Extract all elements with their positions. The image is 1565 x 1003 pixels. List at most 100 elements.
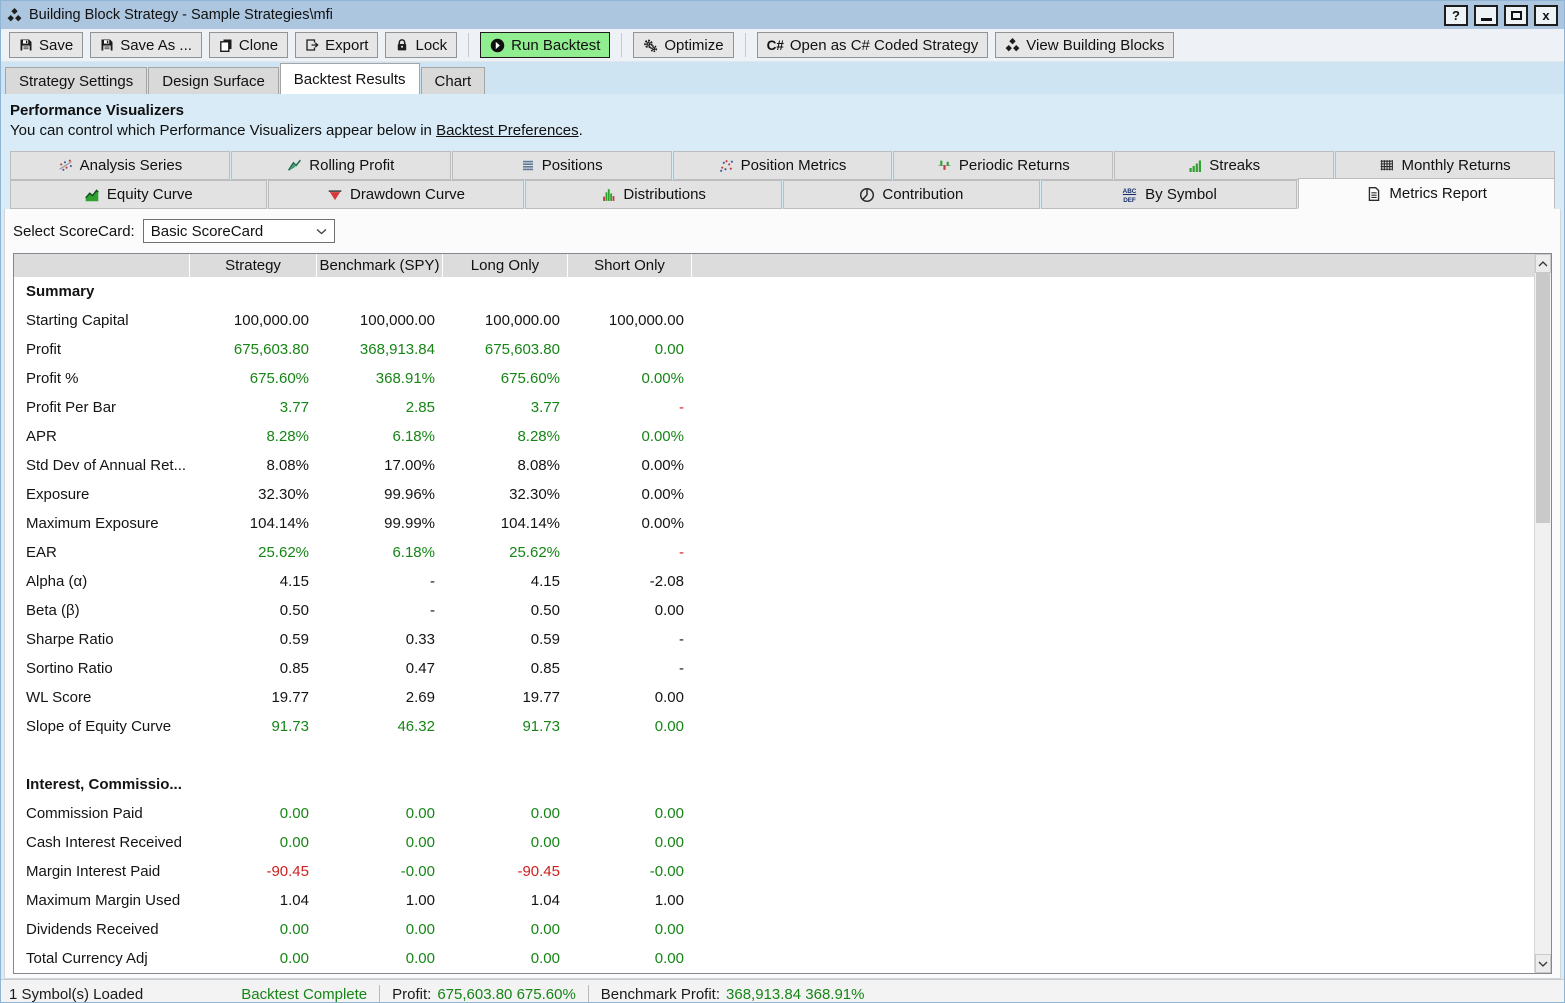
lock-button[interactable]: Lock xyxy=(385,32,457,58)
metric-value: 0.59 xyxy=(443,631,568,648)
metric-label: Maximum Exposure xyxy=(14,515,190,532)
metric-value: 0.00 xyxy=(568,805,692,822)
table-row: Maximum Exposure104.14%99.99%104.14%0.00… xyxy=(14,509,1551,538)
metric-value: 6.18% xyxy=(317,428,443,445)
table-row: Slope of Equity Curve91.7346.3291.730.00 xyxy=(14,712,1551,741)
metric-value: 0.00 xyxy=(443,950,568,967)
visualizer-tab-metrics-report[interactable]: Metrics Report xyxy=(1298,178,1555,209)
table-row: Sortino Ratio0.850.470.85- xyxy=(14,654,1551,683)
tab-chart[interactable]: Chart xyxy=(421,67,486,94)
scroll-down-button[interactable] xyxy=(1535,954,1551,973)
positions-icon xyxy=(521,159,535,173)
column-header-strategy[interactable]: Strategy xyxy=(190,254,317,277)
profit-label: Profit: xyxy=(392,986,431,1003)
performance-visualizers-subtext: You can control which Performance Visual… xyxy=(10,122,1555,139)
table-row: EAR25.62%6.18%25.62%- xyxy=(14,538,1551,567)
metrics-report-content: Select ScoreCard: Basic ScoreCard Strate… xyxy=(4,209,1561,979)
visualizer-tab-positions[interactable]: Positions xyxy=(452,151,672,180)
optimize-button[interactable]: Optimize xyxy=(633,32,733,58)
tab-design-surface[interactable]: Design Surface xyxy=(148,67,279,94)
metric-value: 3.77 xyxy=(190,399,317,416)
metric-value: 0.00% xyxy=(568,515,692,532)
backtest-status-text: Backtest Complete xyxy=(241,986,367,1003)
metric-value: 0.00 xyxy=(190,921,317,938)
metric-label: Alpha (α) xyxy=(14,573,190,590)
metric-value: - xyxy=(568,399,692,416)
metric-value: 0.33 xyxy=(317,631,443,648)
table-row: Commission Paid0.000.000.000.00 xyxy=(14,799,1551,828)
visualizer-tab-monthly-returns[interactable]: Monthly Returns xyxy=(1335,151,1555,180)
visualizer-tab-contribution[interactable]: Contribution xyxy=(783,180,1040,209)
table-row: Profit %675.60%368.91%675.60%0.00% xyxy=(14,364,1551,393)
table-row: APR8.28%6.18%8.28%0.00% xyxy=(14,422,1551,451)
column-header-metric[interactable] xyxy=(14,254,190,277)
metric-value: 100,000.00 xyxy=(190,312,317,329)
metric-value: 99.99% xyxy=(317,515,443,532)
by-symbol-icon: ABCDEF xyxy=(1121,186,1138,203)
metric-value: 0.00 xyxy=(190,805,317,822)
visualizer-tab-position-metrics[interactable]: Position Metrics xyxy=(673,151,893,180)
benchmark-profit-status: Benchmark Profit: 368,913.84 368.91% xyxy=(601,986,865,1003)
visualizer-tab-rolling-profit[interactable]: Rolling Profit xyxy=(231,151,451,180)
distributions-icon xyxy=(601,187,616,202)
backtest-preferences-link[interactable]: Backtest Preferences xyxy=(436,122,579,139)
visualizer-tab-streaks[interactable]: Streaks xyxy=(1114,151,1334,180)
clone-button[interactable]: Clone xyxy=(209,32,288,58)
scrollbar-thumb[interactable] xyxy=(1536,273,1550,523)
table-row: Beta (β)0.50-0.500.00 xyxy=(14,596,1551,625)
visualizer-tab-by-symbol[interactable]: ABCDEFBy Symbol xyxy=(1041,180,1298,209)
column-header-short-only[interactable]: Short Only xyxy=(568,254,692,277)
metric-value: 0.00 xyxy=(443,805,568,822)
vertical-scrollbar[interactable] xyxy=(1534,254,1551,973)
help-button[interactable]: ? xyxy=(1444,5,1468,26)
scorecard-dropdown[interactable]: Basic ScoreCard xyxy=(143,219,335,243)
metric-value: 0.00 xyxy=(190,834,317,851)
visualizer-tab-equity-curve[interactable]: Equity Curve xyxy=(10,180,267,209)
view-building-blocks-button[interactable]: View Building Blocks xyxy=(995,32,1174,58)
visualizer-tab-label: Monthly Returns xyxy=(1401,157,1510,174)
save-as-button[interactable]: Save As ... xyxy=(90,32,202,58)
app-window: Building Block Strategy - Sample Strateg… xyxy=(0,0,1565,1003)
metric-value: 0.85 xyxy=(190,660,317,677)
metric-value: 2.85 xyxy=(317,399,443,416)
toolbar: Save Save As ... Clone Export Lock Run Backte… xyxy=(1,29,1564,62)
close-button[interactable]: x xyxy=(1534,5,1558,26)
metric-value: 32.30% xyxy=(190,486,317,503)
run-backtest-button[interactable]: Run Backtest xyxy=(480,32,610,58)
table-row: Std Dev of Annual Ret...8.08%17.00%8.08%… xyxy=(14,451,1551,480)
metric-value: 1.04 xyxy=(443,892,568,909)
column-header-long-only[interactable]: Long Only xyxy=(443,254,568,277)
scrollbar-track[interactable] xyxy=(1535,273,1551,954)
table-row: Cash Interest Received0.000.000.000.00 xyxy=(14,828,1551,857)
metric-label: WL Score xyxy=(14,689,190,706)
scroll-up-button[interactable] xyxy=(1535,254,1551,273)
metric-label: Total Currency Adj xyxy=(14,950,190,967)
maximize-button[interactable] xyxy=(1504,5,1528,26)
table-row: Profit Per Bar3.772.853.77- xyxy=(14,393,1551,422)
save-button[interactable]: Save xyxy=(9,32,83,58)
window-title: Building Block Strategy - Sample Strateg… xyxy=(29,7,333,23)
table-row: Margin Interest Paid-90.45-0.00-90.45-0.… xyxy=(14,857,1551,886)
visualizer-tab-drawdown-curve[interactable]: Drawdown Curve xyxy=(268,180,525,209)
metric-value: 0.00 xyxy=(568,718,692,735)
visualizer-tab-analysis-series[interactable]: Analysis Series xyxy=(10,151,230,180)
toolbar-separator xyxy=(745,33,746,57)
visualizer-tab-label: Position Metrics xyxy=(741,157,847,174)
metric-value: 104.14% xyxy=(443,515,568,532)
visualizer-tab-periodic-returns[interactable]: Periodic Returns xyxy=(893,151,1113,180)
export-button[interactable]: Export xyxy=(295,32,378,58)
export-icon xyxy=(305,38,319,52)
visualizer-tab-distributions[interactable]: Distributions xyxy=(525,180,782,209)
visualizer-tab-row-2: Equity CurveDrawdown CurveDistributionsC… xyxy=(10,180,1555,209)
column-header-benchmark-spy-[interactable]: Benchmark (SPY) xyxy=(317,254,443,277)
open-csharp-button[interactable]: C#Open as C# Coded Strategy xyxy=(757,32,989,58)
tab-backtest-results[interactable]: Backtest Results xyxy=(280,63,420,94)
metric-value: 1.04 xyxy=(190,892,317,909)
tab-strategy-settings[interactable]: Strategy Settings xyxy=(5,67,147,94)
minimize-button[interactable] xyxy=(1474,5,1498,26)
visualizer-tab-label: Streaks xyxy=(1209,157,1260,174)
metric-value: 0.00 xyxy=(568,689,692,706)
metric-value: -90.45 xyxy=(190,863,317,880)
metric-value: 675.60% xyxy=(443,370,568,387)
metrics-table-body: SummaryStarting Capital100,000.00100,000… xyxy=(14,277,1551,973)
